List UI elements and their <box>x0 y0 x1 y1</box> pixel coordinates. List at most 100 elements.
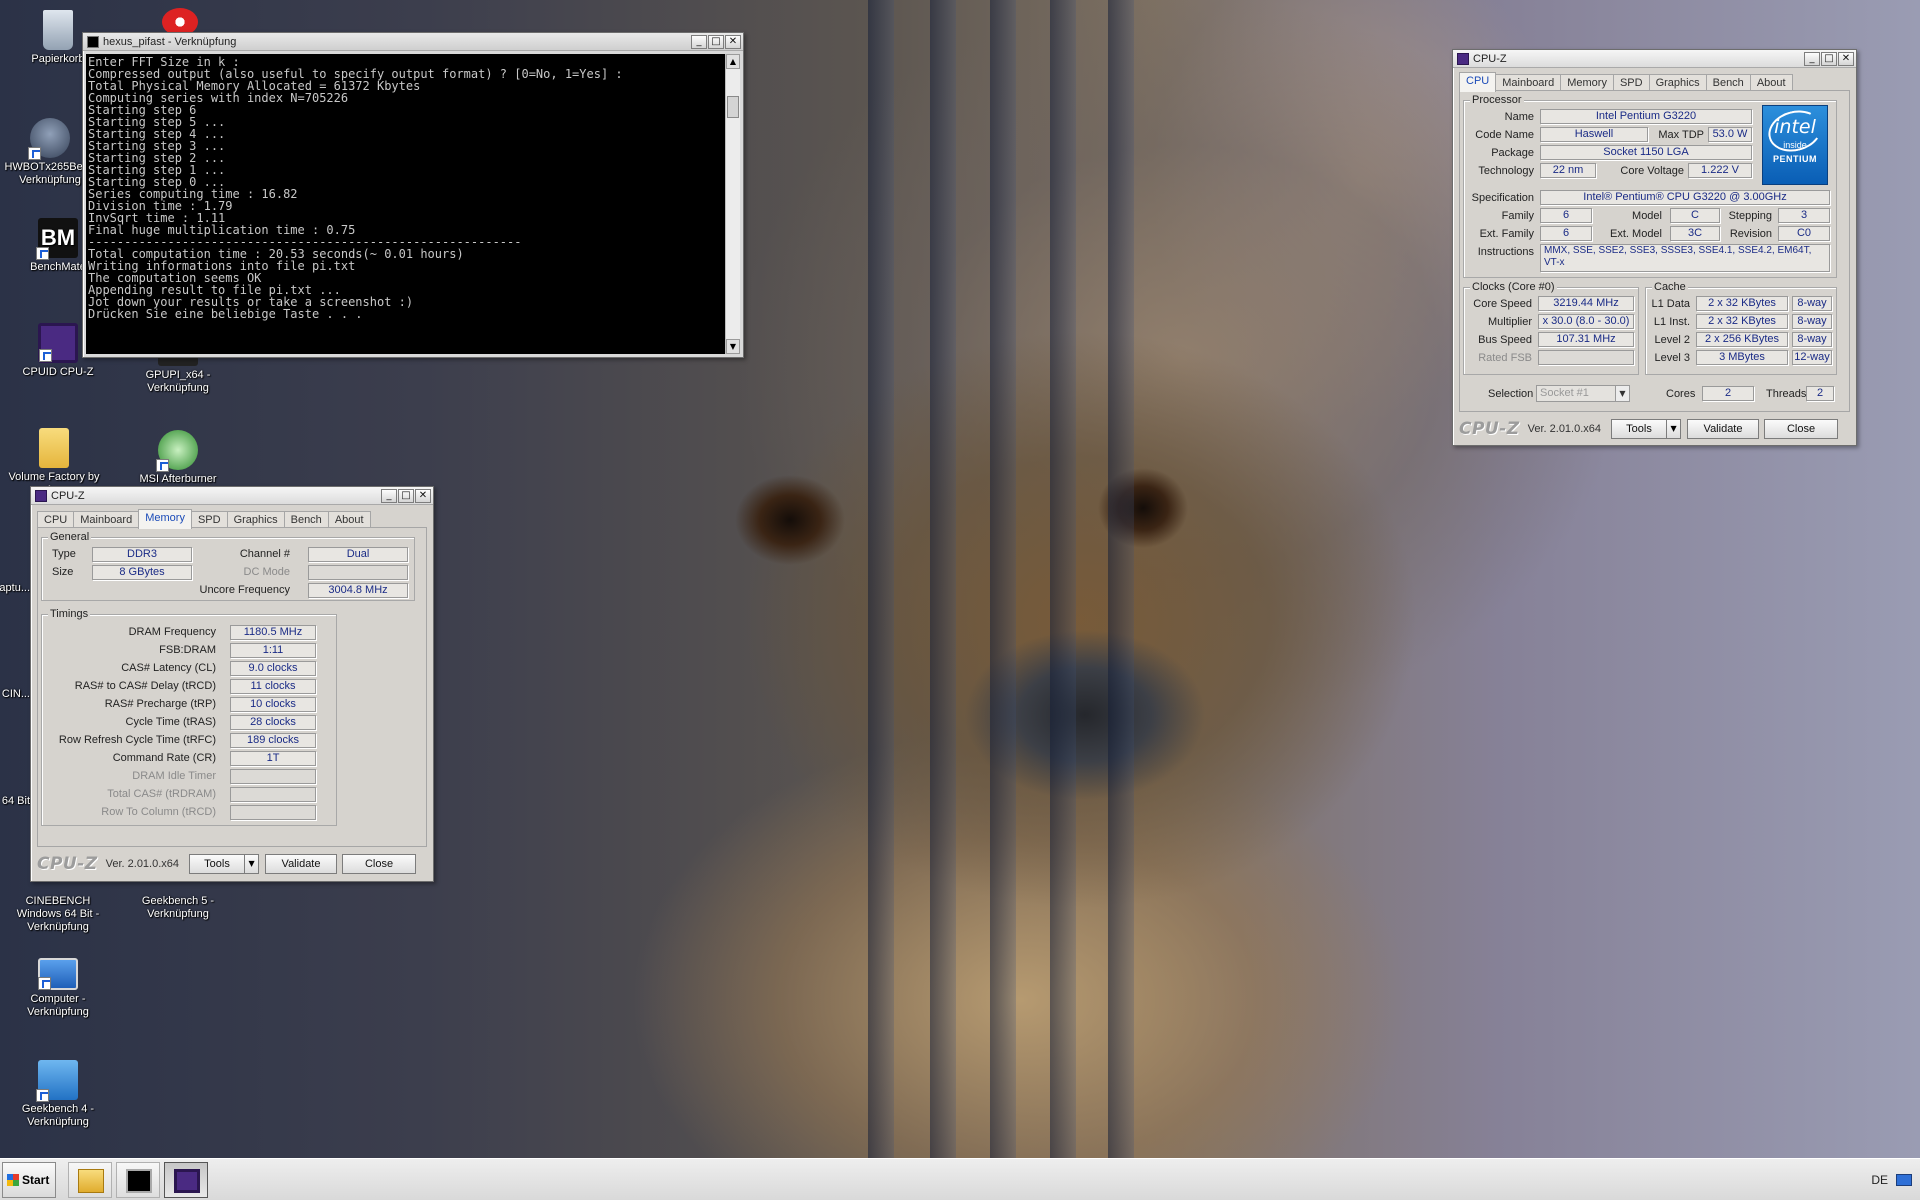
timing-value: 1:11 <box>230 643 316 658</box>
recycle-bin-icon <box>43 10 73 50</box>
console-line: Drücken Sie eine beliebige Taste . . . <box>88 307 363 321</box>
family-value: 6 <box>1540 208 1592 223</box>
multiplier-value: x 30.0 (8.0 - 30.0) <box>1538 314 1634 329</box>
desktop-icon-geekbench4[interactable]: Geekbench 4 - Verknüpfung <box>8 1060 108 1129</box>
maximize-icon[interactable]: □ <box>1821 51 1837 66</box>
wallpaper-stripe <box>868 0 894 1158</box>
chevron-down-icon[interactable]: ▼ <box>1667 419 1682 439</box>
tools-button[interactable]: Tools ▼ <box>1611 419 1682 439</box>
maximize-icon[interactable]: □ <box>398 488 414 503</box>
desktop-icon-cinebench-a[interactable]: CIN... <box>0 688 30 701</box>
cache-label: L1 Inst. <box>1653 316 1690 328</box>
cores-label: Cores <box>1666 388 1696 400</box>
scroll-down-icon[interactable]: ▼ <box>726 339 740 354</box>
tools-button[interactable]: Tools ▼ <box>189 854 260 874</box>
desktop-icon-label: CIN... <box>1 688 30 700</box>
desktop-icon-cinebench[interactable]: CINEBENCH Windows 64 Bit - Verknüpfung <box>8 895 108 934</box>
cache-size-value: 2 x 32 KBytes <box>1696 314 1788 329</box>
selection-label: Selection <box>1488 388 1534 400</box>
geekbench-icon <box>36 1060 78 1102</box>
taskbar-console[interactable] <box>116 1161 160 1198</box>
desktop-icon-label: Geekbench 4 - Verknüpfung <box>21 1103 95 1128</box>
shortcut-arrow-icon <box>156 459 169 472</box>
model-label: Model <box>1632 210 1662 222</box>
console-output[interactable]: Enter FFT Size in k : Compressed output (… <box>86 54 725 354</box>
cpuz-memory-title: CPU-Z <box>51 489 85 502</box>
language-indicator[interactable]: DE <box>1871 1173 1888 1187</box>
cpuz-cpu-panel: Processor Name Intel Pentium G3220 Code … <box>1459 90 1850 412</box>
tools-button-label[interactable]: Tools <box>189 854 246 874</box>
validate-button[interactable]: Validate <box>265 854 338 874</box>
close-icon[interactable]: ✕ <box>725 34 741 49</box>
cpuz-memory-window[interactable]: CPU-Z _ □ ✕ CPU Mainboard Memory SPD Gra… <box>30 486 434 882</box>
wallpaper-stripe <box>1108 0 1134 1158</box>
desktop-icon-capture[interactable]: captu... <box>0 582 30 595</box>
timing-value <box>230 805 316 820</box>
minimize-icon[interactable]: _ <box>1804 51 1820 66</box>
stepping-value: 3 <box>1778 208 1830 223</box>
console-scrollbar[interactable]: ▲ ▼ <box>725 54 740 354</box>
maxtdp-value: 53.0 W <box>1708 127 1752 142</box>
tab-cpu[interactable]: CPU <box>1459 72 1497 92</box>
chevron-down-icon[interactable]: ▼ <box>1615 386 1629 401</box>
start-button[interactable]: Start <box>2 1161 56 1198</box>
network-icon[interactable] <box>1896 1174 1912 1186</box>
cpuz-cpu-window[interactable]: CPU-Z _ □ ✕ CPU Mainboard Memory SPD Gra… <box>1452 49 1857 446</box>
channel-value: Dual <box>308 547 408 562</box>
maximize-icon[interactable]: □ <box>708 34 724 49</box>
timing-label: Command Rate (CR) <box>112 752 216 764</box>
chevron-down-icon[interactable]: ▼ <box>245 854 260 874</box>
instructions-label: Instructions <box>1477 246 1534 258</box>
desktop-icon-cinebench-b[interactable]: CINE 64 Bit <box>0 795 30 808</box>
timing-value: 9.0 clocks <box>230 661 316 676</box>
desktop-icon-computer[interactable]: Computer - Verknüpfung <box>8 958 108 1019</box>
timing-label: Total CAS# (tRDRAM) <box>107 788 216 800</box>
minimize-icon[interactable]: _ <box>381 488 397 503</box>
name-value: Intel Pentium G3220 <box>1540 109 1752 124</box>
cache-size-value: 3 MBytes <box>1696 350 1788 365</box>
ext-family-value: 6 <box>1540 226 1592 241</box>
validate-button[interactable]: Validate <box>1687 419 1760 439</box>
close-icon[interactable]: ✕ <box>415 488 431 503</box>
cpuz-version: Ver. 2.01.0.x64 <box>105 858 180 870</box>
scroll-up-icon[interactable]: ▲ <box>726 54 740 69</box>
stepping-label: Stepping <box>1728 210 1772 222</box>
technology-label: Technology <box>1478 165 1534 177</box>
timing-label: DRAM Frequency <box>128 626 216 638</box>
cache-label: Level 2 <box>1654 334 1690 346</box>
cache-group-label: Cache <box>1652 281 1688 293</box>
cpuz-memory-bottom-bar: CPU-Z Ver. 2.01.0.x64 Tools ▼ Validate C… <box>31 851 433 877</box>
timing-value: 11 clocks <box>230 679 316 694</box>
close-button[interactable]: Close <box>1764 419 1839 439</box>
selection-dropdown[interactable]: Socket #1 ▼ <box>1536 385 1630 402</box>
dcmode-label: DC Mode <box>243 566 290 578</box>
processor-group: Processor Name Intel Pentium G3220 Code … <box>1463 94 1837 278</box>
minimize-icon[interactable]: _ <box>691 34 707 49</box>
desktop-icon-label: GPUPI_x64 - Verknüpfung <box>145 369 211 394</box>
close-icon[interactable]: ✕ <box>1838 51 1854 66</box>
taskbar-cpuz[interactable] <box>164 1161 208 1198</box>
intel-logo-product: PENTIUM <box>1773 154 1817 164</box>
taskbar-explorer[interactable] <box>68 1161 112 1198</box>
cache-way-value: 8-way <box>1792 314 1832 329</box>
tools-button-label[interactable]: Tools <box>1611 419 1668 439</box>
cpuz-memory-tabs: CPU Mainboard Memory SPD Graphics Bench … <box>31 505 433 529</box>
tab-memory[interactable]: Memory <box>138 509 192 529</box>
console-window[interactable]: hexus_pifast - Verknüpfung _ □ ✕ Enter F… <box>82 32 744 358</box>
scroll-thumb[interactable] <box>727 96 739 118</box>
desktop-icon-label: CINEBENCH Windows 64 Bit - Verknüpfung <box>16 895 100 933</box>
computer-icon <box>38 958 78 990</box>
timing-value: 1T <box>230 751 316 766</box>
close-button[interactable]: Close <box>342 854 417 874</box>
desktop-icon-geekbench5[interactable]: Geekbench 5 - Verknüpfung <box>128 895 228 921</box>
multiplier-label: Multiplier <box>1487 316 1532 328</box>
desktop-icon-label: BenchMate <box>30 261 86 273</box>
cpuz-cpu-titlebar[interactable]: CPU-Z _ □ ✕ <box>1453 50 1856 68</box>
cpuz-memory-titlebar[interactable]: CPU-Z _ □ ✕ <box>31 487 433 505</box>
console-titlebar[interactable]: hexus_pifast - Verknüpfung _ □ ✕ <box>83 33 743 51</box>
timings-group-label: Timings <box>48 608 91 620</box>
desktop-icon-msi-afterburner[interactable]: MSI Afterburner <box>128 430 228 486</box>
shortcut-arrow-icon <box>36 1089 49 1102</box>
timing-label: Cycle Time (tRAS) <box>125 716 216 728</box>
codename-value: Haswell <box>1540 127 1648 142</box>
